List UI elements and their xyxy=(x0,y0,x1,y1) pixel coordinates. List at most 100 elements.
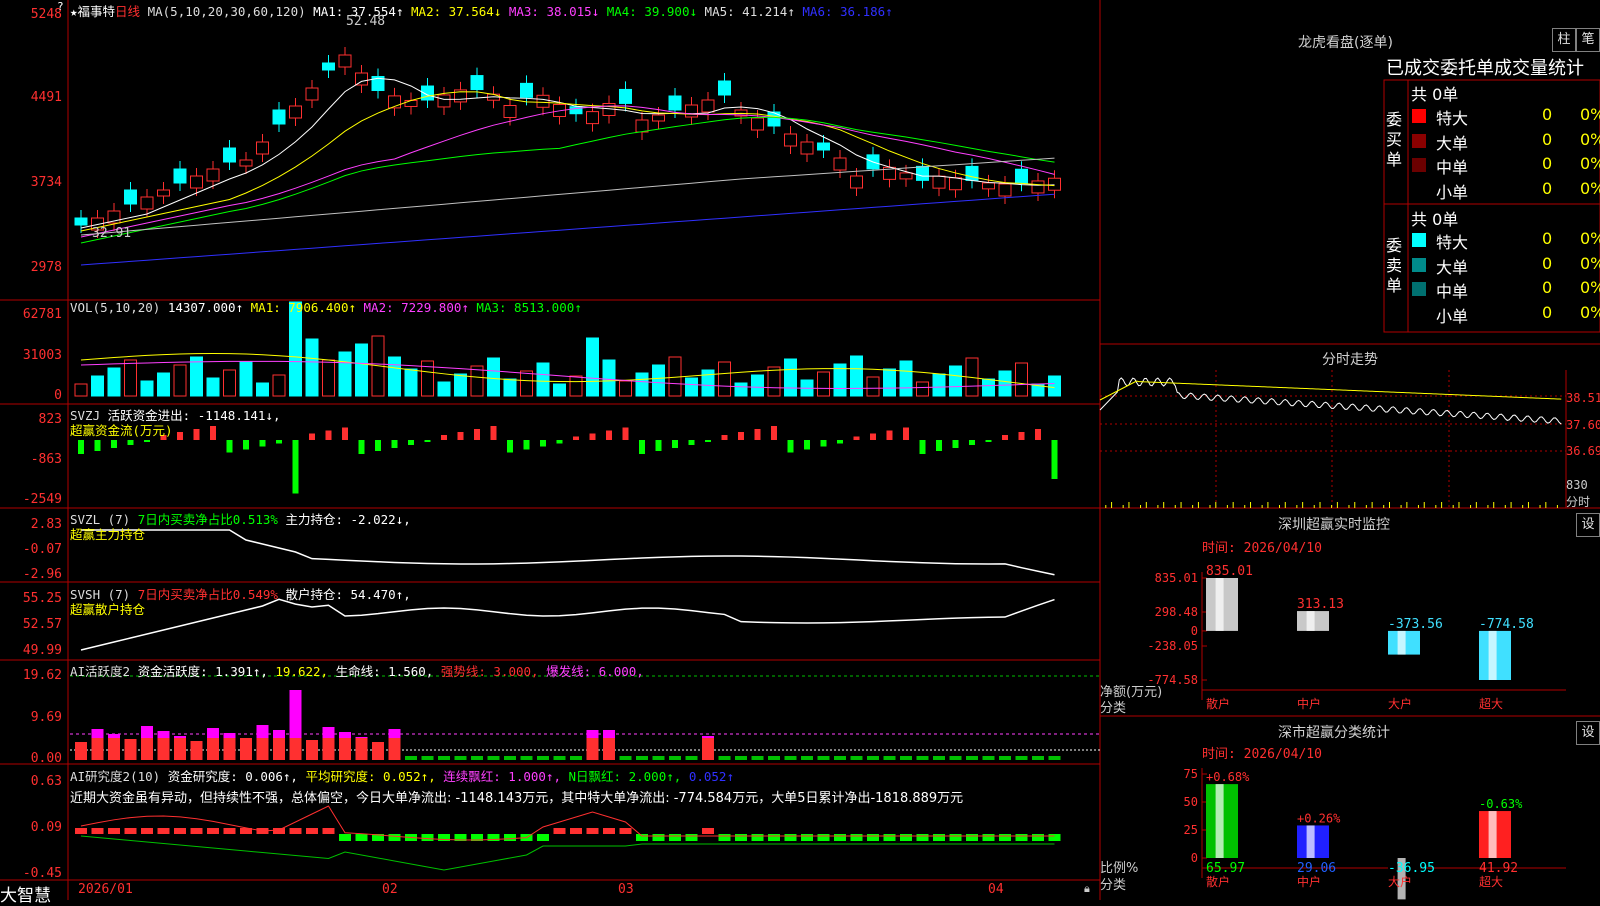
question-icon[interactable]: ? xyxy=(57,0,64,13)
active-bar xyxy=(454,756,467,760)
svzl-ytick: 2.83 xyxy=(30,517,62,532)
active-bar-top xyxy=(388,729,401,738)
active-bar-top xyxy=(256,725,269,738)
dragon-subtitle: 已成交委托单成交量统计 xyxy=(1386,58,1584,79)
high-price-mark: 52.48 xyxy=(346,14,386,29)
order-pct: 0% xyxy=(1580,129,1600,149)
active-bar-top xyxy=(355,737,368,738)
volume-bar xyxy=(173,364,187,397)
ytick-label: 25 xyxy=(1184,823,1198,837)
buy-total: 共 0单 xyxy=(1411,85,1459,104)
svzl-subtitle: 超赢主力持仓 xyxy=(70,527,146,542)
svzl-text1: 7日内买卖净占比0.513% xyxy=(137,512,278,527)
chart-area[interactable]: 835.01298.480-238.05-774.58散户 中户 大户 超大835.0… xyxy=(0,0,1600,900)
order-qty: 0 xyxy=(1542,278,1553,297)
volume-bar xyxy=(784,358,797,397)
ytick-label: 0 xyxy=(1191,851,1198,865)
research-bar xyxy=(817,834,830,841)
order-type: 小单 xyxy=(1436,182,1469,202)
flow-bar xyxy=(259,440,266,447)
vol-ma1: MA1: 7906.400↑ xyxy=(250,300,356,315)
order-type: 大单 xyxy=(1436,257,1469,277)
change-label: -0.63% xyxy=(1479,797,1523,811)
flow-bar xyxy=(573,436,579,440)
research-bar xyxy=(619,828,632,834)
ai-research-t5: 0.052↑ xyxy=(688,769,734,784)
active-bar xyxy=(768,756,780,760)
tick-view-button[interactable]: 笔 xyxy=(1576,28,1600,52)
volume-bar xyxy=(74,383,88,397)
flow-bar xyxy=(837,440,843,444)
active-bar-top xyxy=(289,690,302,738)
kline-chart xyxy=(74,47,1061,266)
xaxis-label: 02 xyxy=(382,882,398,897)
ytick-label: 298.48 xyxy=(1155,605,1198,619)
value-label: 65.97 xyxy=(1206,861,1245,876)
research-bar xyxy=(751,834,764,841)
order-qty: 0 xyxy=(1542,129,1553,149)
category-bar xyxy=(1297,825,1329,858)
value-label: -774.58 xyxy=(1479,617,1534,632)
order-pct: 0% xyxy=(1580,253,1600,273)
candle-body xyxy=(949,177,962,191)
color-swatch xyxy=(1412,182,1426,197)
volume-bar xyxy=(338,351,352,397)
candle-body xyxy=(1031,180,1045,194)
volume-bar xyxy=(1048,375,1061,397)
research-bar xyxy=(157,828,170,834)
ai-research-header: AI研究度2(10) 资金研究度: 0.006↑, 平均研究度: 0.052↑,… xyxy=(70,766,734,785)
value-label: -36.95 xyxy=(1388,861,1435,876)
star-icon[interactable]: ★ xyxy=(70,4,78,19)
svsh-subtitle: 超赢散户持仓 xyxy=(70,602,146,617)
order-pct: 0% xyxy=(1580,178,1600,198)
active-bar xyxy=(850,756,863,760)
active-bar xyxy=(471,756,483,760)
candle-body xyxy=(751,117,764,131)
column-view-button[interactable]: 柱 xyxy=(1552,28,1576,52)
category-bar xyxy=(1206,578,1238,631)
vol-ytick: 62781 xyxy=(22,307,62,322)
ma2-value: MA2: 37.564↓ xyxy=(411,4,502,19)
flow-bar xyxy=(292,440,299,494)
flow-bar xyxy=(177,432,183,440)
ma-line xyxy=(80,157,1055,236)
candle-body xyxy=(718,80,731,96)
research-bar xyxy=(784,834,797,841)
candle-body xyxy=(124,189,137,205)
change-label: +0.26% xyxy=(1297,811,1341,825)
sz-class-title: 深市超赢分类统计 xyxy=(1278,725,1390,741)
svzj-ytick: 823 xyxy=(38,412,62,427)
active-bar xyxy=(966,756,978,760)
volume-bar xyxy=(355,343,368,397)
ai1-ytick: 9.69 xyxy=(30,710,62,725)
volume-bar xyxy=(899,360,913,397)
period-label[interactable]: 日线 xyxy=(115,4,140,19)
sz-monitor-settings-button[interactable]: 设 xyxy=(1576,513,1600,537)
svzl-text2: 主力持仓: -2.022↓, xyxy=(285,512,411,527)
svsh-text2: 散户持仓: 54.470↑, xyxy=(285,587,411,602)
active-bar xyxy=(504,756,516,760)
flow-bar xyxy=(408,440,414,445)
svzl-chart xyxy=(81,529,1055,576)
research-bar xyxy=(883,834,896,841)
candle-body xyxy=(899,172,913,180)
candle-body xyxy=(1048,177,1061,191)
order-qty: 0 xyxy=(1542,253,1553,273)
lock-icon[interactable]: 🔒︎ xyxy=(1084,882,1090,896)
active-bar xyxy=(784,756,797,760)
volume-bar xyxy=(487,357,500,397)
value-label: 313.13 xyxy=(1297,597,1344,612)
svzj-ytick: -863 xyxy=(30,452,62,467)
flow-bar xyxy=(738,432,744,440)
order-pct: 0% xyxy=(1580,229,1600,248)
ai-active-t4: 强势线: 3.000, xyxy=(440,664,539,679)
xaxis-label: 03 xyxy=(618,882,634,897)
volume-bar xyxy=(140,380,154,397)
low-price-mark: 32.91 xyxy=(92,226,132,241)
candle-body xyxy=(668,95,682,111)
sz-class-settings-button[interactable]: 设 xyxy=(1576,721,1600,745)
bar-highlight xyxy=(1488,630,1497,680)
sz-monitor-chart: 835.01 298.48 0-238.05 -774.58 散户 中户 大户 超大 835.0… xyxy=(1147,564,1566,711)
research-bar xyxy=(834,834,846,841)
flow-bar xyxy=(507,440,513,453)
